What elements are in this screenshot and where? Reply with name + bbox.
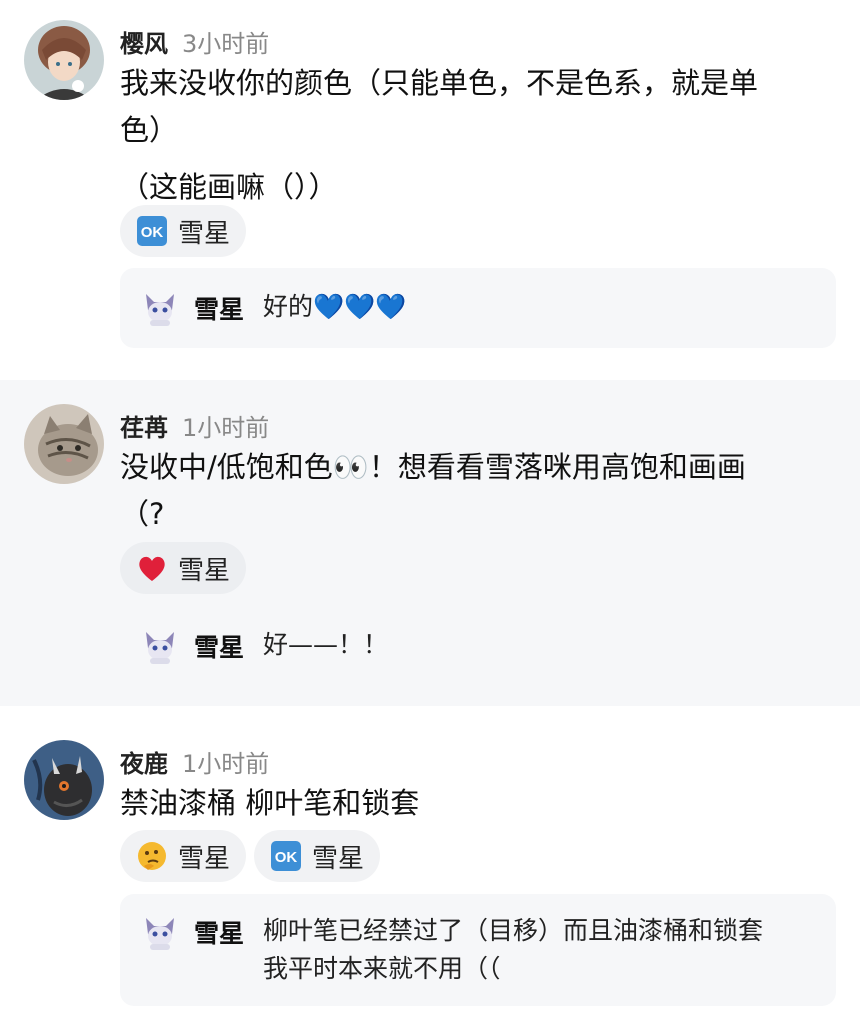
reply-box[interactable]: 雪星 好的💙💙💙 xyxy=(120,268,836,348)
reaction-chip[interactable]: 雪星 xyxy=(120,830,246,882)
avatar[interactable] xyxy=(24,740,104,820)
comment-text: 禁油漆桶 柳叶笔和锁套 xyxy=(120,780,810,827)
avatar[interactable] xyxy=(24,404,104,484)
timestamp: 1小时前 xyxy=(182,750,270,778)
reply-text: 好的💙💙💙 xyxy=(263,292,407,321)
comment-card: 荏苒 1小时前 没收中/低饱和色👀！想看看雪落咪用高饱和画画 （? 雪星 雪星 … xyxy=(0,380,860,706)
comment-text: 没收中/低饱和色👀！想看看雪落咪用高饱和画画 （? xyxy=(120,444,810,538)
reaction-chip[interactable]: OK 雪星 xyxy=(120,205,246,257)
reply-text-line: 柳叶笔已经禁过了（目移）而且油漆桶和锁套 xyxy=(263,916,764,945)
avatar-dark-creature-icon xyxy=(24,740,104,820)
username[interactable]: 荏苒 xyxy=(120,408,168,443)
timestamp: 1小时前 xyxy=(182,414,270,442)
reaction-user: 雪星 xyxy=(178,843,231,874)
comment-text: 我来没收你的颜色（只能单色，不是色系，就是单 色） （这能画嘛（）） xyxy=(120,60,810,211)
comment-text-line: 色） xyxy=(120,113,179,147)
username[interactable]: 樱风 xyxy=(120,24,168,59)
avatar[interactable] xyxy=(24,20,104,100)
comment-text-line: （这能画嘛（）） xyxy=(120,170,338,204)
cat-avatar-icon xyxy=(146,632,174,664)
reply-avatar xyxy=(140,626,180,666)
thinking-face-icon xyxy=(136,840,168,872)
reply-text: 好——！！ xyxy=(263,630,389,659)
reply-username[interactable]: 雪星 xyxy=(194,628,244,664)
reaction-user: 雪星 xyxy=(178,218,231,249)
comment-card: 樱风 3小时前 我来没收你的颜色（只能单色，不是色系，就是单 色） （这能画嘛（… xyxy=(0,0,860,370)
cat-avatar-icon xyxy=(146,918,174,950)
reply-avatar xyxy=(140,288,180,328)
reply-username[interactable]: 雪星 xyxy=(194,914,244,950)
reaction-chip[interactable]: OK 雪星 xyxy=(254,830,380,882)
reply-username[interactable]: 雪星 xyxy=(194,290,244,326)
comment-text-line: （? xyxy=(120,497,165,531)
comment-text-line: 没收中/低饱和色👀！想看看雪落咪用高饱和画画 xyxy=(120,450,746,484)
timestamp: 3小时前 xyxy=(182,30,270,58)
reaction-user: 雪星 xyxy=(312,843,365,874)
username[interactable]: 夜鹿 xyxy=(120,744,168,779)
avatar-anime-boy-icon xyxy=(24,20,104,100)
red-heart-icon xyxy=(136,552,168,584)
ok-emoji-icon: OK xyxy=(270,840,302,872)
comment-text-line: 我来没收你的颜色（只能单色，不是色系，就是单 xyxy=(120,66,759,100)
avatar-kitten-icon xyxy=(24,404,104,484)
ok-emoji-icon: OK xyxy=(136,215,168,247)
reaction-user: 雪星 xyxy=(178,555,231,586)
svg-text:OK: OK xyxy=(275,849,298,866)
reply-box[interactable]: 雪星 柳叶笔已经禁过了（目移）而且油漆桶和锁套 我平时本来就不用（（ xyxy=(120,894,836,1006)
reply-box[interactable]: 雪星 好——！！ xyxy=(120,608,836,688)
cat-avatar-icon xyxy=(146,294,174,326)
reply-text: 柳叶笔已经禁过了（目移）而且油漆桶和锁套 我平时本来就不用（（ xyxy=(263,912,823,988)
comment-card: 夜鹿 1小时前 禁油漆桶 柳叶笔和锁套 雪星 OK 雪星 雪星 柳叶笔已经禁过了… xyxy=(0,716,860,1018)
reaction-chip[interactable]: 雪星 xyxy=(120,542,246,594)
reply-text-line: 我平时本来就不用（（ xyxy=(263,954,501,983)
comment-text-line: 禁油漆桶 柳叶笔和锁套 xyxy=(120,786,420,820)
svg-text:OK: OK xyxy=(141,224,164,241)
reply-avatar xyxy=(140,912,180,952)
